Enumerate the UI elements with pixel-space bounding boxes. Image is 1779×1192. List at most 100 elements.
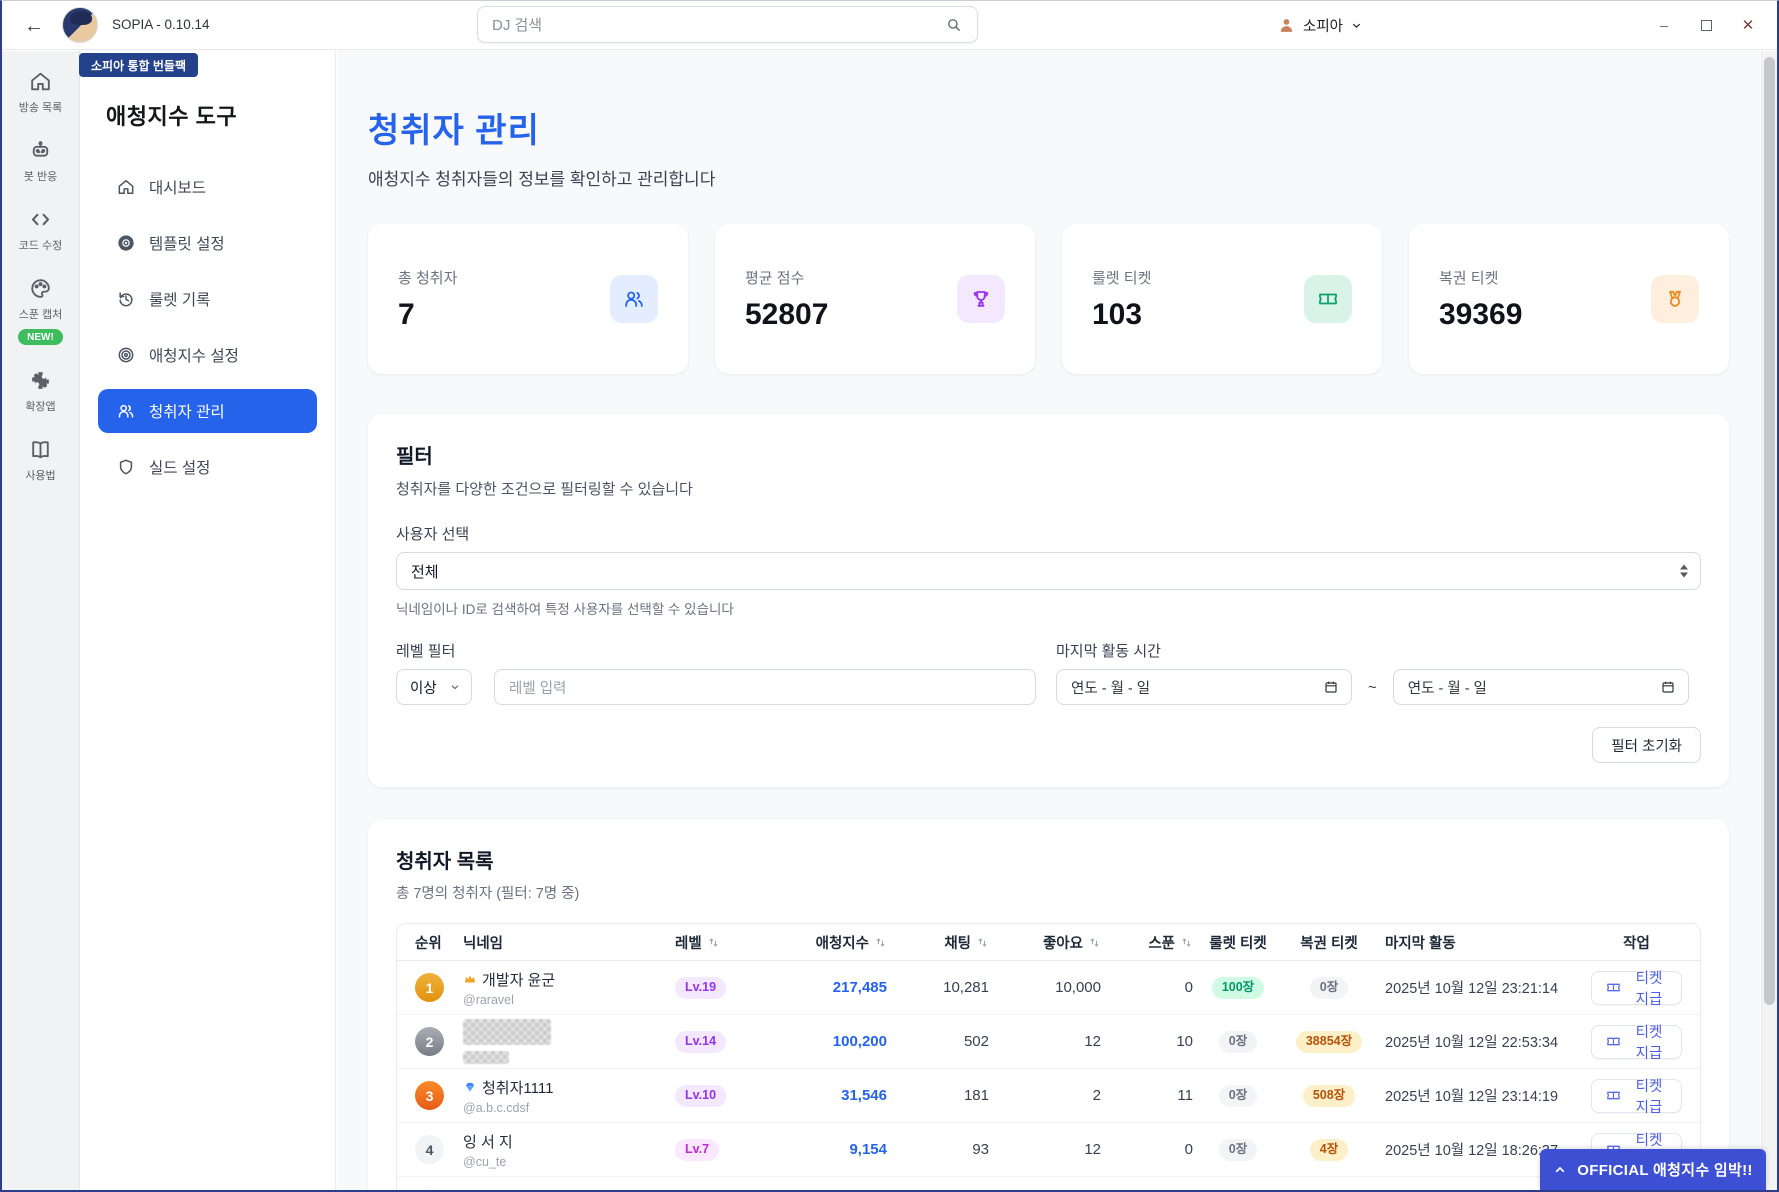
minimize-button[interactable]: –: [1643, 0, 1685, 50]
user-select-value: 전체: [411, 563, 439, 581]
sort-icon[interactable]: [874, 936, 887, 949]
spoon-count: 11: [1177, 1087, 1193, 1104]
close-button[interactable]: ✕: [1727, 0, 1769, 50]
score-value: 9,154: [849, 1141, 887, 1158]
rail-item-puzzle[interactable]: 확장앱: [25, 368, 56, 414]
lottery-ticket-badge: 38854장: [1295, 1030, 1363, 1053]
gear-icon: [116, 233, 136, 253]
column-label: 애청지수: [815, 935, 869, 952]
date-from-input[interactable]: 연도 - 월 - 일: [1056, 669, 1352, 705]
code-icon: [28, 207, 53, 232]
calendar-icon[interactable]: [1660, 679, 1676, 695]
censored-nickname: [463, 1019, 551, 1045]
roulette-ticket-badge: 0장: [1218, 1138, 1258, 1161]
rank-badge: 3: [415, 1081, 444, 1110]
sidebar-item-home[interactable]: 대시보드: [98, 165, 317, 209]
bundle-pack-badge: 소피아 통합 번들팩: [79, 53, 198, 77]
column-label: 복권 티켓: [1300, 935, 1358, 952]
stat-card-ticket: 룰렛 티켓 103: [1062, 224, 1382, 374]
stat-card-trophy: 평균 점수 52807: [715, 224, 1035, 374]
filter-reset-button[interactable]: 필터 초기화: [1592, 727, 1701, 763]
calendar-icon[interactable]: [1323, 679, 1339, 695]
column-label: 작업: [1623, 935, 1650, 952]
nickname: 잉 서 지: [463, 1133, 513, 1151]
history-icon: [116, 289, 136, 309]
column-header-8: 룰렛 티켓: [1193, 932, 1283, 953]
column-header-4[interactable]: 애청지수: [761, 932, 887, 953]
last-active: 2025년 10월 12일 23:21:14: [1385, 981, 1559, 997]
home-icon: [28, 69, 53, 94]
chat-count: 181: [963, 1087, 989, 1104]
sidebar-item-history[interactable]: 룰렛 기록: [98, 277, 317, 321]
give-ticket-button[interactable]: 티켓 지급: [1591, 970, 1682, 1008]
roulette-ticket-badge: 0장: [1218, 1030, 1258, 1053]
level-badge: Lv.14: [675, 1030, 727, 1053]
shield-icon: [116, 457, 136, 477]
lottery-ticket-badge: 0장: [1309, 976, 1349, 999]
sidebar-item-label: 대시보드: [149, 180, 207, 197]
user-select[interactable]: 전체: [396, 552, 1701, 590]
icon-rail: 방송 목록 봇 반응 코드 수정 스푼 캡처 NEW! 확장앱 사용법: [2, 51, 80, 1190]
column-header-6[interactable]: 좋아요: [989, 932, 1101, 953]
column-label: 스푼: [1148, 935, 1175, 952]
user-menu[interactable]: 소피아: [1277, 0, 1363, 50]
listener-row-3: 3 청취자1111 @a.b.c.cdsf Lv.10 31,546 181 2…: [397, 1069, 1700, 1123]
listener-row-2: 2 Lv.14 100,200 502 12 10 0장 38854장 2025…: [397, 1015, 1700, 1069]
target-icon: [116, 345, 136, 365]
search-icon[interactable]: [945, 16, 963, 34]
maximize-button[interactable]: [1685, 0, 1727, 50]
give-ticket-button[interactable]: 티켓 지급: [1591, 1024, 1682, 1062]
stat-label: 평균 점수: [745, 269, 805, 287]
chevron-down-icon: [451, 685, 459, 690]
give-ticket-label: 티켓 지급: [1635, 1024, 1663, 1062]
spoon-count: 0: [1184, 1141, 1193, 1158]
rank-badge: 1: [415, 973, 444, 1002]
level-operator-select[interactable]: 이상: [396, 669, 472, 705]
table-header: 순위 닉네임 레벨 애청지수 채팅 좋아요 스푼 룰렛 티켓 복권 티켓 마지막 활동 작업: [397, 924, 1700, 961]
rail-item-palette[interactable]: 스푼 캡처 NEW!: [18, 276, 63, 345]
back-button[interactable]: ←: [20, 12, 48, 40]
stat-value: 39369: [1439, 297, 1523, 331]
rail-item-home[interactable]: 방송 목록: [19, 69, 62, 115]
column-label: 채팅: [944, 935, 971, 952]
rail-item-book[interactable]: 사용법: [25, 437, 56, 483]
dj-search-input[interactable]: DJ 검색: [477, 6, 978, 43]
level-input[interactable]: 레벨 입력: [494, 669, 1036, 705]
vertical-scrollbar[interactable]: [1761, 51, 1777, 1190]
people-icon: [116, 401, 136, 421]
sidebar-item-gear[interactable]: 템플릿 설정: [98, 221, 317, 265]
sidebar-item-label: 룰렛 기록: [149, 292, 211, 309]
sidebar-item-label: 실드 설정: [149, 460, 211, 477]
sidebar-menu: 대시보드 템플릿 설정 룰렛 기록 애청지수 설정 청취자 관리 실드 설정: [80, 165, 335, 489]
column-header-7[interactable]: 스푼: [1101, 932, 1193, 953]
sidebar-item-label: 템플릿 설정: [149, 236, 225, 253]
rank-badge: 2: [415, 1027, 444, 1056]
give-ticket-button[interactable]: 티켓 지급: [1591, 1078, 1682, 1116]
column-label: 룰렛 티켓: [1209, 935, 1267, 952]
sort-icon[interactable]: [1180, 936, 1193, 949]
sidebar-item-people[interactable]: 청취자 관리: [98, 389, 317, 433]
stat-cards: 총 청취자 7 평균 점수 52807 룰렛 티켓 103 복권 티켓 3936…: [368, 224, 1729, 374]
column-header-3[interactable]: 레벨: [675, 932, 761, 953]
search-placeholder: DJ 검색: [492, 17, 543, 34]
rail-item-label: 확장앱: [25, 401, 56, 413]
scrollbar-thumb[interactable]: [1764, 57, 1775, 1005]
rank-badge: 5: [415, 1189, 444, 1190]
sort-icon[interactable]: [1088, 936, 1101, 949]
date-to-input[interactable]: 연도 - 월 - 일: [1392, 669, 1689, 705]
official-notification[interactable]: OFFICIAL 애청지수 임박!!: [1540, 1149, 1766, 1190]
listener-row-5: 5 @27347djfjfj Lv.6 6,874 80 2 0 3장 0장 -…: [397, 1177, 1700, 1190]
stat-label: 룰렛 티켓: [1092, 269, 1152, 287]
last-active: 2025년 10월 12일 23:14:19: [1385, 1089, 1559, 1105]
column-header-5[interactable]: 채팅: [887, 932, 989, 953]
sidebar-item-target[interactable]: 애청지수 설정: [98, 333, 317, 377]
select-spinner-icon: [1680, 564, 1688, 578]
rail-item-robot[interactable]: 봇 반응: [24, 138, 57, 184]
sort-icon[interactable]: [976, 936, 989, 949]
last-active-label: 마지막 활동 시간: [1056, 643, 1161, 660]
sidebar-item-shield[interactable]: 실드 설정: [98, 445, 317, 489]
spoon-count: 0: [1184, 979, 1193, 996]
sort-icon[interactable]: [707, 936, 720, 949]
column-header-2: 닉네임: [463, 932, 675, 953]
rail-item-code[interactable]: 코드 수정: [19, 207, 62, 253]
